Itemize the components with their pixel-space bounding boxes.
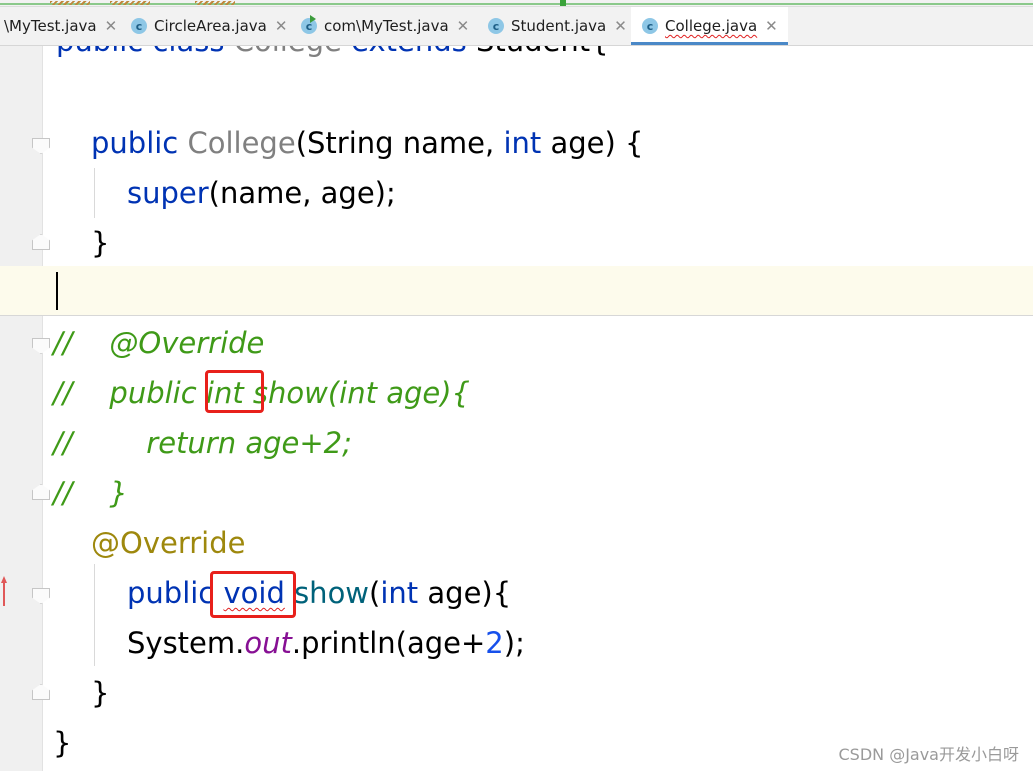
- number-literal: 2: [485, 626, 504, 660]
- code-text: (String name,: [295, 126, 504, 160]
- method-name: show: [294, 576, 370, 610]
- code-editor[interactable]: public class College extends Student{ pu…: [0, 46, 1033, 771]
- tab-label: College.java: [665, 17, 758, 35]
- code-line-brace: }: [53, 726, 72, 760]
- tab-college[interactable]: c College.java ✕: [631, 7, 788, 45]
- code-text: age){: [418, 576, 512, 610]
- code-text: System.: [127, 626, 245, 660]
- warning-squiggle: [195, 1, 235, 5]
- active-tab-indicator: [631, 42, 788, 45]
- close-icon[interactable]: ✕: [614, 17, 627, 35]
- close-icon[interactable]: ✕: [275, 17, 288, 35]
- code-line-class-decl: public class College extends Student{: [56, 46, 609, 61]
- tab-circlearea[interactable]: c CircleArea.java ✕: [131, 7, 287, 45]
- code-line-comment: // @Override: [53, 326, 265, 360]
- tab-label: com\MyTest.java: [324, 17, 449, 35]
- class-name: College: [234, 46, 342, 58]
- indent-guide: [94, 168, 95, 218]
- code-text: Student{: [476, 46, 609, 58]
- keyword: public: [127, 576, 215, 610]
- line-separator: [0, 315, 1033, 316]
- keyword: class: [152, 46, 224, 58]
- code-line-println: System.out.println(age+2);: [127, 623, 525, 663]
- keyword: public: [56, 46, 143, 58]
- tab-label: CircleArea.java: [154, 17, 267, 35]
- java-class-icon: c: [642, 18, 658, 34]
- code-text: age) {: [541, 126, 644, 160]
- keyword: public: [91, 126, 179, 160]
- code-line-comment: // return age+2;: [53, 426, 352, 460]
- close-icon[interactable]: ✕: [105, 17, 118, 35]
- code-line-brace: }: [91, 676, 110, 710]
- static-field: out: [244, 626, 292, 660]
- watermark: CSDN @Java开发小白呀: [838, 745, 1019, 764]
- current-line-gutter: [0, 266, 42, 316]
- tab-label: Student.java: [511, 17, 607, 35]
- code-text: );: [503, 626, 525, 660]
- code-text: (name, age);: [208, 176, 396, 210]
- code-line-annotation: @Override: [91, 526, 246, 560]
- code-line-constructor: public College(String name, int age) {: [91, 123, 644, 163]
- tab-mytest[interactable]: \MyTest.java ✕: [4, 7, 117, 45]
- java-runnable-class-icon: c: [301, 15, 317, 34]
- code-text: .println(age+: [291, 626, 486, 660]
- highlight-box: [205, 370, 264, 413]
- code-text: (: [369, 576, 381, 610]
- code-text: show(int age){: [243, 376, 470, 410]
- java-class-icon: c: [131, 18, 147, 34]
- keyword: int: [503, 126, 542, 160]
- editor-tab-bar: \MyTest.java ✕ c CircleArea.java ✕ c com…: [0, 7, 1033, 46]
- keyword: extends: [351, 46, 467, 58]
- close-icon[interactable]: ✕: [457, 17, 470, 35]
- warning-squiggle: [110, 1, 150, 5]
- keyword: super: [127, 176, 209, 210]
- window-top-strip: [0, 0, 1033, 7]
- progress-line: [0, 3, 1033, 5]
- indent-guide: [94, 564, 95, 666]
- code-line-comment: // }: [53, 476, 128, 510]
- status-marker: [560, 0, 566, 6]
- tab-com-mytest[interactable]: c com\MyTest.java ✕: [301, 7, 469, 45]
- overrides-method-icon[interactable]: [0, 574, 8, 608]
- current-line-highlight: [0, 266, 1033, 316]
- tab-label: \MyTest.java: [4, 17, 97, 35]
- code-line-super: super(name, age);: [127, 173, 396, 213]
- code-text: // public: [53, 376, 206, 410]
- text-caret: [56, 272, 58, 310]
- code-line-method-decl: public void show(int age){: [127, 573, 511, 613]
- java-class-icon: c: [488, 18, 504, 34]
- warning-squiggle: [50, 1, 90, 5]
- constructor-name: College: [187, 126, 296, 160]
- highlight-box: [210, 571, 296, 618]
- keyword: int: [380, 576, 419, 610]
- close-icon[interactable]: ✕: [765, 17, 778, 35]
- code-line-brace: }: [91, 226, 110, 260]
- tab-student[interactable]: c Student.java ✕: [488, 7, 627, 45]
- editor-gutter: [0, 46, 43, 771]
